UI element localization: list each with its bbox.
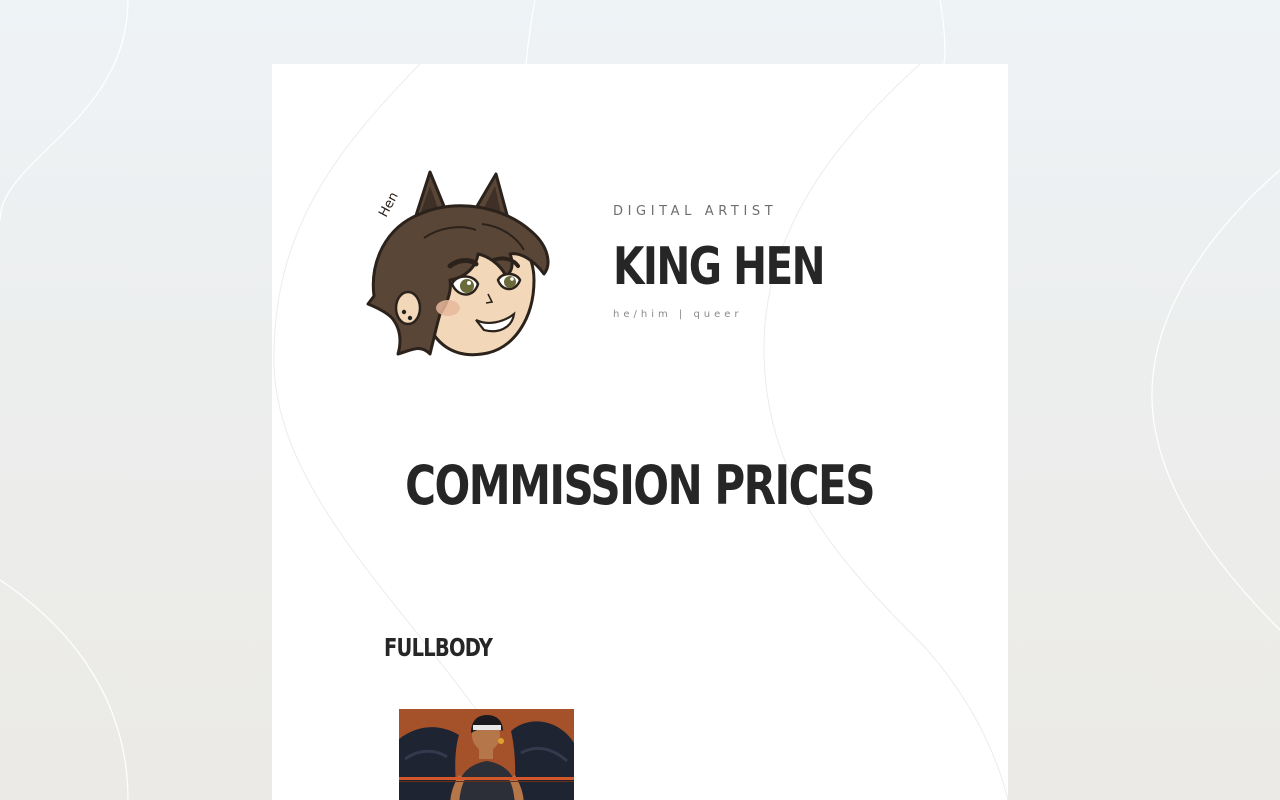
fullbody-example-illustration — [399, 709, 574, 800]
artist-header: DIGITAL ARTIST KING HEN he/him | queer — [613, 204, 884, 320]
content-card: Hen DIGITAL ARTIST KING HEN he/him | que… — [272, 64, 1008, 800]
commission-prices-heading-text: COMMISSION PRICES — [405, 454, 876, 517]
artist-subtitle: DIGITAL ARTIST — [613, 204, 778, 219]
artist-avatar: Hen — [364, 168, 564, 368]
artist-avatar-icon: Hen — [366, 170, 550, 357]
svg-text:Hen: Hen — [376, 190, 401, 220]
commission-prices-heading: COMMISSION PRICES — [272, 454, 1008, 518]
artist-name: KING HEN — [613, 237, 826, 297]
artist-tagline: he/him | queer — [613, 309, 743, 320]
fullbody-example-image[interactable] — [399, 709, 574, 800]
category-label-fullbody: FULLBODY — [384, 633, 493, 662]
